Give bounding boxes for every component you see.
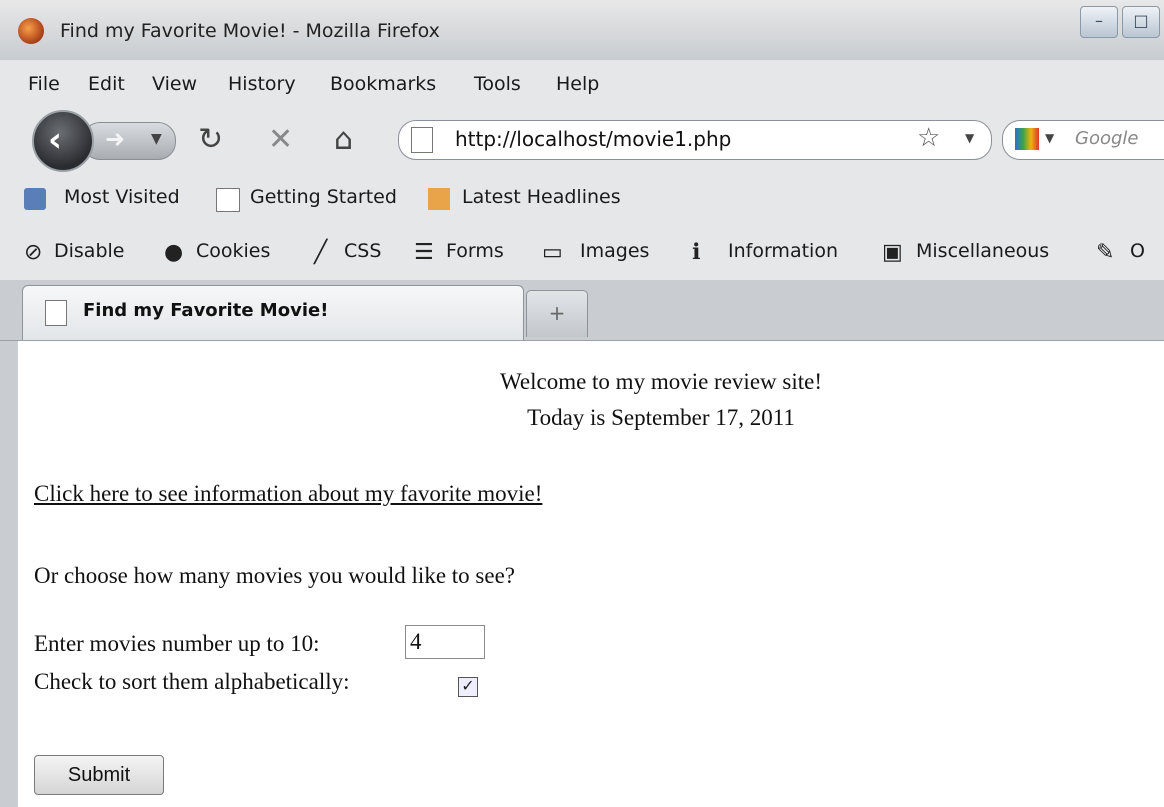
sort-label: Check to sort them alphabetically: <box>34 669 350 694</box>
date-text: Today is September 17, 2011 <box>527 405 795 430</box>
most-visited-icon <box>24 188 46 210</box>
window-left-border <box>0 341 18 807</box>
movies-number-label: Enter movies number up to 10: <box>34 631 320 656</box>
firefox-icon <box>18 18 44 44</box>
menu-history[interactable]: History <box>228 73 296 95</box>
stop-icon[interactable]: ✕ <box>268 122 293 157</box>
minimize-button[interactable]: – <box>1080 6 1118 38</box>
search-placeholder[interactable]: Google <box>1075 128 1138 149</box>
devtool-forms[interactable]: Forms <box>446 240 504 262</box>
favorite-movie-link[interactable]: Click here to see information about my f… <box>34 481 542 507</box>
sort-checkbox[interactable]: ✓ <box>458 677 478 697</box>
url-text[interactable]: http://localhost/movie1.php <box>455 127 731 151</box>
menu-edit[interactable]: Edit <box>88 73 125 95</box>
bookmarks-toolbar: Most Visited Getting Started Latest Head… <box>0 176 1164 224</box>
tab-title: Find my Favorite Movie! <box>83 300 329 321</box>
movies-number-input[interactable] <box>405 625 485 659</box>
menu-bar: File Edit View History Bookmarks Tools H… <box>0 65 1164 105</box>
submit-button[interactable]: Submit <box>34 755 164 795</box>
cookies-icon: ● <box>164 240 184 265</box>
menu-view[interactable]: View <box>152 73 197 95</box>
rss-feed-icon <box>428 188 450 210</box>
information-icon: ℹ <box>692 240 701 265</box>
disable-icon: ⊘ <box>24 240 43 265</box>
forward-button[interactable]: ➜ ▼ <box>82 122 176 160</box>
tab-active[interactable]: Find my Favorite Movie! <box>22 285 524 340</box>
forward-arrow-icon: ➜ <box>105 125 126 153</box>
window-title: Find my Favorite Movie! - Mozilla Firefo… <box>60 20 440 42</box>
back-arrow-icon: ‹ <box>48 120 63 160</box>
page-icon <box>216 188 240 212</box>
home-icon[interactable]: ⌂ <box>334 122 353 157</box>
devtool-css[interactable]: CSS <box>344 240 381 262</box>
new-tab-button[interactable]: + <box>526 290 588 337</box>
maximize-button[interactable]: □ <box>1122 6 1160 38</box>
bookmark-most-visited[interactable]: Most Visited <box>64 186 180 208</box>
reload-icon[interactable]: ↻ <box>198 122 223 157</box>
menu-file[interactable]: File <box>28 73 60 95</box>
bookmark-getting-started[interactable]: Getting Started <box>250 186 397 208</box>
devtool-cookies[interactable]: Cookies <box>196 240 270 262</box>
menu-tools[interactable]: Tools <box>474 73 521 95</box>
devtool-outline[interactable]: O <box>1130 240 1145 262</box>
page-content: Welcome to my movie review site! Today i… <box>18 341 1164 807</box>
search-bar[interactable]: ▼ Google <box>1002 120 1164 160</box>
miscellaneous-icon: ▣ <box>882 240 903 265</box>
welcome-heading: Welcome to my movie review site! <box>500 369 822 394</box>
tab-strip: Find my Favorite Movie! + <box>0 280 1164 341</box>
page-icon <box>411 127 433 153</box>
bookmark-star-icon[interactable]: ☆ <box>917 123 940 153</box>
menu-bookmarks[interactable]: Bookmarks <box>330 73 436 95</box>
images-icon: ▭ <box>542 240 563 265</box>
web-developer-toolbar: ⊘ Disable ● Cookies ╱ CSS ☰ Forms ▭ Imag… <box>0 228 1164 276</box>
devtool-disable[interactable]: Disable <box>54 240 124 262</box>
search-engine-icon[interactable] <box>1015 128 1039 150</box>
devtool-images[interactable]: Images <box>580 240 649 262</box>
page-icon <box>45 300 67 326</box>
choose-prompt: Or choose how many movies you would like… <box>34 563 515 588</box>
bookmark-latest-headlines[interactable]: Latest Headlines <box>462 186 621 208</box>
devtool-miscellaneous[interactable]: Miscellaneous <box>916 240 1049 262</box>
back-button[interactable]: ‹ <box>32 110 94 172</box>
menu-help[interactable]: Help <box>556 73 599 95</box>
search-engine-dropdown-icon[interactable]: ▼ <box>1045 131 1054 145</box>
history-dropdown-icon[interactable]: ▼ <box>151 131 162 147</box>
outline-icon: ✎ <box>1096 240 1115 265</box>
devtool-information[interactable]: Information <box>728 240 838 262</box>
browser-window: Find my Favorite Movie! - Mozilla Firefo… <box>0 0 1164 807</box>
css-icon: ╱ <box>314 240 328 265</box>
url-dropdown-icon[interactable]: ▼ <box>965 131 974 145</box>
navigation-toolbar: ➜ ▼ ‹ ↻ ✕ ⌂ http://localhost/movie1.php … <box>0 108 1164 172</box>
forms-icon: ☰ <box>414 240 434 265</box>
title-bar: Find my Favorite Movie! - Mozilla Firefo… <box>0 0 1164 60</box>
url-bar[interactable]: http://localhost/movie1.php ☆ ▼ <box>398 120 992 160</box>
